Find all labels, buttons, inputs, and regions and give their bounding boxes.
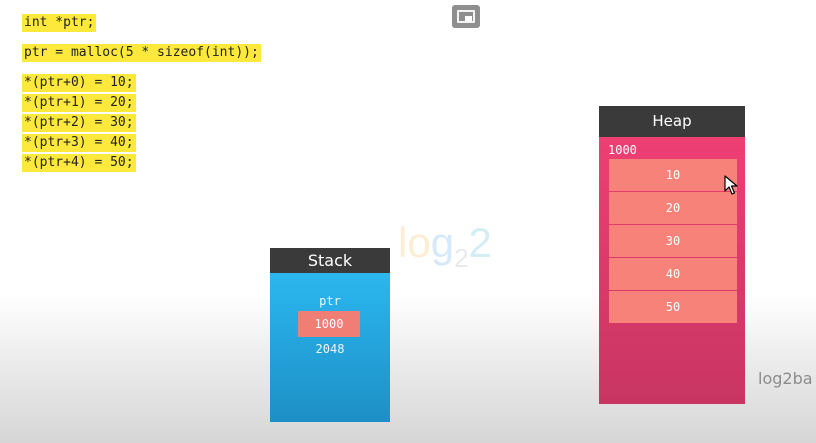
heap-cell: 50: [609, 291, 737, 323]
watermark-subscript: 2: [454, 243, 469, 273]
heap-cells: 10 20 30 40 50: [609, 159, 737, 324]
stack-title: Stack: [270, 248, 390, 273]
picture-in-picture-icon[interactable]: [452, 5, 480, 28]
watermark-part-1: lo: [398, 219, 431, 266]
code-line-assign-1: *(ptr+1) = 20;: [22, 94, 136, 112]
watermark-part-2: g: [430, 219, 455, 266]
stack-cell-address: 2048: [315, 342, 345, 356]
heap-title: Heap: [599, 106, 745, 137]
stack-cell-value: 1000: [298, 311, 360, 337]
code-line-malloc: ptr = malloc(5 * sizeof(int));: [22, 44, 261, 62]
stack-panel: Stack ptr 1000 2048: [270, 248, 390, 422]
log2-watermark: log22: [398, 219, 518, 274]
code-line-assign-4: *(ptr+4) = 50;: [22, 154, 136, 172]
heap-panel: Heap 1000 10 20 30 40 50: [599, 106, 745, 404]
heap-cell: 30: [609, 225, 737, 257]
heap-cell: 40: [609, 258, 737, 290]
code-line-declare: int *ptr;: [22, 14, 97, 32]
code-line-assign-3: *(ptr+3) = 40;: [22, 134, 136, 152]
mouse-pointer-icon: [724, 175, 738, 199]
stack-variable-name: ptr: [319, 294, 341, 308]
watermark-part-3: 2: [468, 219, 492, 266]
heap-cell: 10: [609, 159, 737, 191]
stack-body: ptr 1000 2048: [270, 273, 390, 422]
heap-cell: 20: [609, 192, 737, 224]
code-line-assign-2: *(ptr+2) = 30;: [22, 114, 136, 132]
code-line-assign-0: *(ptr+0) = 10;: [22, 74, 136, 92]
brand-watermark: log2ba: [758, 369, 813, 388]
heap-base-address: 1000: [608, 143, 637, 157]
